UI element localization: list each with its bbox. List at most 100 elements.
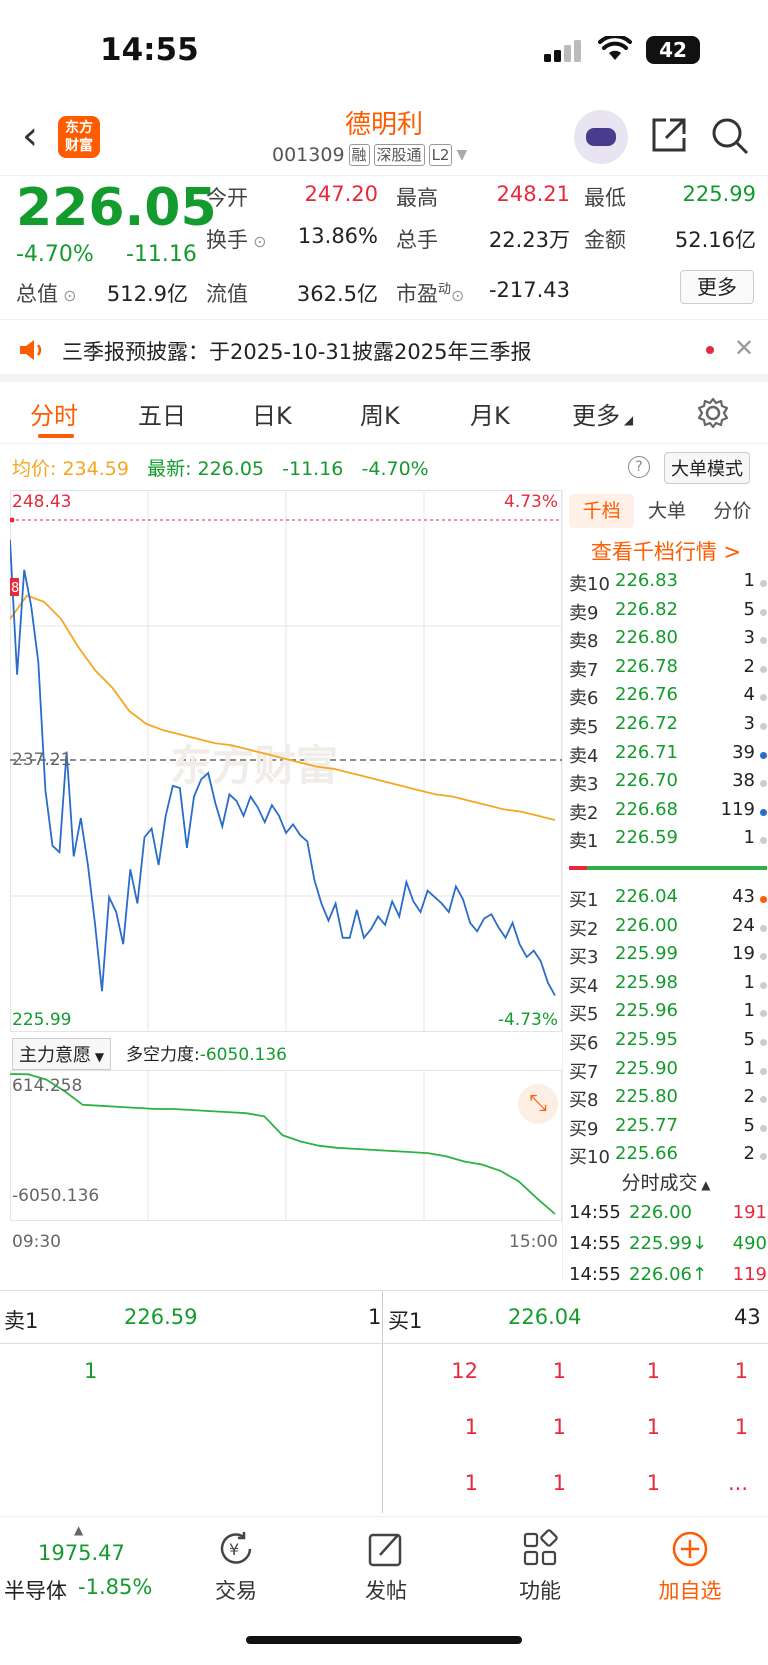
sell-level-row[interactable]: 卖4 226.71 39 xyxy=(569,742,767,770)
sell-level-row[interactable]: 卖7 226.78 2 xyxy=(569,656,767,684)
avg-label: 均价: xyxy=(12,458,57,480)
tab-price-distribution[interactable]: 分价 xyxy=(700,494,765,528)
nav-add-watchlist[interactable]: 加自选 xyxy=(640,1529,740,1605)
buy-level-price: 225.95 xyxy=(615,1029,678,1050)
sell-level-volume: 1 xyxy=(743,827,755,849)
latest-value: 226.05 xyxy=(197,458,264,480)
sell-level-volume: 1 xyxy=(743,570,755,591)
buy-queue-item: 1 xyxy=(552,1415,566,1439)
buy-level-row[interactable]: 买1 226.04 43 xyxy=(569,886,767,914)
trade-time: 14:55 xyxy=(569,1202,621,1223)
amount-value: 52.16亿 xyxy=(674,228,756,252)
tab-thousand-levels[interactable]: 千档 xyxy=(569,494,635,528)
tab-five-day[interactable]: 五日 xyxy=(138,396,186,431)
view-thousand-levels-link[interactable]: 查看千档行情 > xyxy=(563,536,768,566)
expand-up-icon[interactable]: ▲ xyxy=(74,1523,83,1537)
sell-level-volume: 4 xyxy=(743,684,755,706)
speaker-icon xyxy=(20,340,42,360)
buy-level-label: 买4 xyxy=(569,975,599,997)
dropdown-arrow-icon[interactable]: ▼ xyxy=(456,147,467,163)
buy-level-volume: 24 xyxy=(732,914,755,936)
sell-level-volume: 119 xyxy=(720,798,755,820)
close-icon[interactable]: ✕ xyxy=(734,334,754,362)
tab-big-orders[interactable]: 大单 xyxy=(634,494,699,528)
settings-gear-icon[interactable] xyxy=(696,396,730,430)
nav-functions[interactable]: 功能 xyxy=(490,1529,590,1605)
tab-daily-k[interactable]: 日K xyxy=(252,396,292,431)
buy-queue-item: 1 xyxy=(646,1359,660,1383)
indicator-selector[interactable]: 主力意愿 ▼ xyxy=(12,1038,112,1070)
buy-level-dot xyxy=(760,1096,767,1104)
buy-queue-item: 1 xyxy=(646,1415,660,1439)
sell-level-label: 卖9 xyxy=(569,602,599,624)
sell-level-row[interactable]: 卖8 226.80 3 xyxy=(569,627,767,655)
buy-level-row[interactable]: 买6 225.95 5 xyxy=(569,1029,767,1057)
share-icon[interactable] xyxy=(650,116,688,154)
buy-level-row[interactable]: 买9 225.77 5 xyxy=(569,1115,767,1143)
buy-level-dot xyxy=(760,1039,767,1046)
sector-index-name[interactable]: 半导体 xyxy=(4,1575,67,1605)
home-indicator[interactable] xyxy=(246,1636,522,1644)
tab-intraday[interactable]: 分时 xyxy=(30,396,78,431)
buy-level-volume: 1 xyxy=(743,971,755,993)
sell-level-label: 卖2 xyxy=(569,802,599,824)
buy-level-row[interactable]: 买8 225.80 2 xyxy=(569,1086,767,1114)
buy-level-dot xyxy=(760,1067,767,1075)
intraday-chart[interactable]: 东方财富 8 248.43 4.73% 237.21 225.99 -4.73% xyxy=(9,490,562,1032)
nav-trade[interactable]: ¥ 交易 xyxy=(186,1529,286,1605)
buy-level-price: 225.77 xyxy=(615,1114,678,1136)
sell-level-row[interactable]: 卖2 226.68 119 xyxy=(569,799,767,827)
buy-level-row[interactable]: 买10 225.66 2 xyxy=(569,1143,767,1171)
notice-bar[interactable]: 三季报预披露：于2025-10-31披露2025年三季报 ✕ xyxy=(0,320,768,382)
help-icon[interactable]: ? xyxy=(628,456,650,478)
big-order-mode-button[interactable]: 大单模式 xyxy=(664,452,750,484)
nav-post[interactable]: 发帖 xyxy=(336,1529,436,1605)
buy-level-label: 买1 xyxy=(569,890,599,911)
more-button[interactable]: 更多 xyxy=(680,270,754,304)
sector-index-value[interactable]: 1975.47 xyxy=(38,1541,125,1565)
sell-level-row[interactable]: 卖6 226.76 4 xyxy=(569,684,767,712)
buy-level-price: 225.80 xyxy=(615,1086,678,1108)
sell-level-row[interactable]: 卖1 226.59 1 xyxy=(569,827,767,855)
buy-level-price: 225.99 xyxy=(615,943,678,965)
sell-level-row[interactable]: 卖5 226.72 3 xyxy=(569,713,767,741)
buy-level-row[interactable]: 买3 225.99 19 xyxy=(569,943,767,971)
wifi-icon xyxy=(598,36,632,60)
sell-level-volume: 39 xyxy=(732,741,755,763)
ai-assistant-avatar[interactable] xyxy=(574,110,628,164)
sell-level-price: 226.78 xyxy=(615,655,678,677)
x-end-label: 15:00 xyxy=(509,1232,558,1252)
expand-icon[interactable]: ⤡ xyxy=(518,1084,558,1124)
sell-level-volume: 3 xyxy=(743,713,755,734)
buy-level-label: 买7 xyxy=(569,1061,599,1083)
buy1-vol: 43 xyxy=(734,1305,761,1329)
sell-level-volume: 5 xyxy=(743,598,755,620)
notice-text[interactable]: 三季报预披露：于2025-10-31披露2025年三季报 xyxy=(62,336,531,366)
sell-level-row[interactable]: 卖3 226.70 38 xyxy=(569,770,767,798)
buy-level-row[interactable]: 买5 225.96 1 xyxy=(569,1000,767,1028)
sell-level-price: 226.59 xyxy=(615,827,678,849)
sell-level-dot xyxy=(760,694,767,702)
tab-monthly-k[interactable]: 月K xyxy=(470,396,510,431)
trades-title[interactable]: 分时成交 ▲ xyxy=(563,1168,768,1195)
tab-weekly-k[interactable]: 周K xyxy=(360,396,400,431)
trade-price: 226.00 xyxy=(629,1202,692,1223)
buy-level-row[interactable]: 买2 226.00 24 xyxy=(569,915,767,943)
buy-level-volume: 1 xyxy=(743,1000,755,1022)
sell-level-row[interactable]: 卖10 226.83 1 xyxy=(569,570,767,598)
buy-level-row[interactable]: 买4 225.98 1 xyxy=(569,972,767,1000)
stock-code: 001309 xyxy=(272,144,345,166)
sell-level-row[interactable]: 卖9 226.82 5 xyxy=(569,599,767,627)
buy-level-row[interactable]: 买7 225.90 1 xyxy=(569,1058,767,1086)
tab-more[interactable]: 更多 ◢ xyxy=(572,396,633,431)
intraday-info-line: 均价: 234.59 最新: 226.05 -11.16 -4.70% xyxy=(12,454,429,481)
buy-level-volume: 5 xyxy=(743,1114,755,1136)
x-start-label: 09:30 xyxy=(12,1232,61,1252)
search-icon[interactable] xyxy=(710,116,750,156)
event-marker-label: 8 xyxy=(11,581,19,596)
open-value: 247.20 xyxy=(304,182,378,206)
add-circle-icon xyxy=(672,1531,708,1567)
trade-volume: 191 xyxy=(732,1202,767,1223)
sector-index-change[interactable]: -1.85% xyxy=(78,1575,152,1599)
capital-flow-chart[interactable]: 主力意愿 ▼ 多空力度:-6050.136 614.258 -6050.136 … xyxy=(10,1036,562,1260)
